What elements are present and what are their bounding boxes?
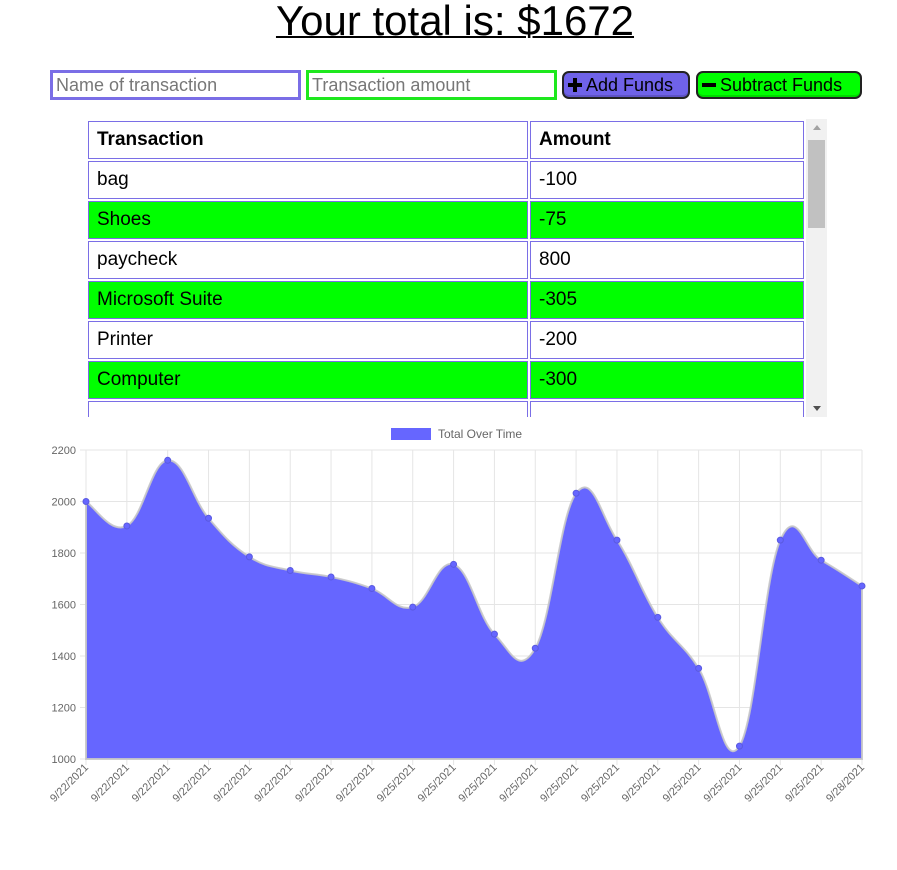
total-area-series xyxy=(85,459,863,760)
chart-legend: Total Over Time xyxy=(391,427,522,441)
transaction-amount-cell: -200 xyxy=(530,321,804,359)
transaction-name-cell: Computer xyxy=(88,361,528,399)
data-point xyxy=(327,573,335,581)
data-point xyxy=(654,613,662,621)
x-tick-label: 9/22/2021 xyxy=(293,762,336,805)
transaction-name-input[interactable] xyxy=(50,70,301,100)
transaction-amount-cell: -305 xyxy=(530,281,804,319)
y-tick-label: 1000 xyxy=(52,754,76,766)
data-point xyxy=(368,585,376,593)
add-funds-button[interactable]: Add Funds xyxy=(562,71,690,99)
data-point xyxy=(164,456,172,464)
transaction-name-cell: bag xyxy=(88,161,528,199)
scroll-up-arrow-icon[interactable] xyxy=(806,119,827,136)
x-tick-label: 9/22/2021 xyxy=(89,762,132,805)
total-over-time-chart: 1000120014001600180020002200 9/22/20219/… xyxy=(48,427,867,805)
transaction-name-cell: paycheck xyxy=(88,241,528,279)
y-tick-label: 1200 xyxy=(52,703,76,715)
data-point xyxy=(245,553,253,561)
x-tick-label: 9/22/2021 xyxy=(334,762,377,805)
legend-swatch xyxy=(391,428,431,440)
transaction-amount-cell: 800 xyxy=(530,241,804,279)
data-point xyxy=(205,514,213,522)
y-tick-label: 2200 xyxy=(52,445,76,457)
x-tick-label: 9/25/2021 xyxy=(456,762,499,805)
transaction-name-cell: Microsoft Suite xyxy=(88,281,528,319)
x-tick-label: 9/25/2021 xyxy=(375,762,418,805)
data-point xyxy=(817,556,825,564)
table-header-row: Transaction Amount xyxy=(88,121,804,159)
table-row xyxy=(88,401,804,417)
table-row: Printer -200 xyxy=(88,321,804,359)
y-tick-label: 1600 xyxy=(52,600,76,612)
budget-tracker-page: Your total is: $1672 Add Funds Subtract … xyxy=(0,0,897,870)
y-tick-label: 1400 xyxy=(52,651,76,663)
data-point xyxy=(409,603,417,611)
y-tick-label: 1800 xyxy=(52,548,76,560)
scroll-down-arrow-icon[interactable] xyxy=(806,400,827,417)
data-point xyxy=(613,536,621,544)
data-point xyxy=(123,522,131,530)
transaction-column-header: Transaction xyxy=(88,121,528,159)
data-point xyxy=(490,630,498,638)
data-point xyxy=(776,536,784,544)
plus-icon xyxy=(568,78,582,92)
scrollbar-thumb[interactable] xyxy=(808,140,825,228)
data-point xyxy=(450,560,458,568)
legend-label: Total Over Time xyxy=(438,427,522,441)
x-tick-label: 9/22/2021 xyxy=(48,762,91,805)
x-tick-label: 9/22/2021 xyxy=(252,762,295,805)
data-point xyxy=(531,644,539,652)
table-row: Microsoft Suite -305 xyxy=(88,281,804,319)
table-scrollbar[interactable] xyxy=(806,119,827,417)
x-tick-label: 9/25/2021 xyxy=(497,762,540,805)
transaction-name-cell xyxy=(88,401,528,417)
transaction-amount-cell: -100 xyxy=(530,161,804,199)
add-funds-label: Add Funds xyxy=(586,74,674,95)
x-tick-label: 9/25/2021 xyxy=(742,762,785,805)
x-tick-label: 9/22/2021 xyxy=(171,762,214,805)
transaction-amount-cell: -75 xyxy=(530,201,804,239)
transactions-table: Transaction Amount bag -100 Shoes -75 pa… xyxy=(86,119,806,417)
transaction-amount-cell xyxy=(530,401,804,417)
x-tick-label: 9/25/2021 xyxy=(620,762,663,805)
y-tick-label: 2000 xyxy=(52,497,76,509)
subtract-funds-label: Subtract Funds xyxy=(720,74,843,95)
subtract-funds-button[interactable]: Subtract Funds xyxy=(696,71,862,99)
x-tick-label: 9/25/2021 xyxy=(538,762,581,805)
data-point xyxy=(82,498,90,505)
x-tick-label: 9/25/2021 xyxy=(416,762,459,805)
x-tick-label: 9/25/2021 xyxy=(702,762,745,805)
data-point xyxy=(735,742,743,750)
transactions-table-container[interactable]: Transaction Amount bag -100 Shoes -75 pa… xyxy=(86,119,827,417)
transaction-name-cell: Shoes xyxy=(88,201,528,239)
transaction-name-cell: Printer xyxy=(88,321,528,359)
x-tick-label: 9/22/2021 xyxy=(130,762,173,805)
table-row: Shoes -75 xyxy=(88,201,804,239)
amount-column-header: Amount xyxy=(530,121,804,159)
x-tick-label: 9/25/2021 xyxy=(579,762,622,805)
data-point xyxy=(572,489,580,497)
minus-icon xyxy=(702,78,716,92)
transaction-amount-cell: -300 xyxy=(530,361,804,399)
x-tick-label: 9/22/2021 xyxy=(211,762,254,805)
data-point xyxy=(695,664,703,672)
table-row: Computer -300 xyxy=(88,361,804,399)
x-tick-label: 9/25/2021 xyxy=(661,762,704,805)
table-row: bag -100 xyxy=(88,161,804,199)
data-point xyxy=(858,582,866,590)
table-row: paycheck 800 xyxy=(88,241,804,279)
data-point xyxy=(286,567,294,575)
total-heading: Your total is: $1672 xyxy=(275,0,635,44)
x-tick-label: 9/28/2021 xyxy=(824,762,867,805)
transaction-amount-input[interactable] xyxy=(306,70,557,100)
x-tick-label: 9/25/2021 xyxy=(783,762,826,805)
